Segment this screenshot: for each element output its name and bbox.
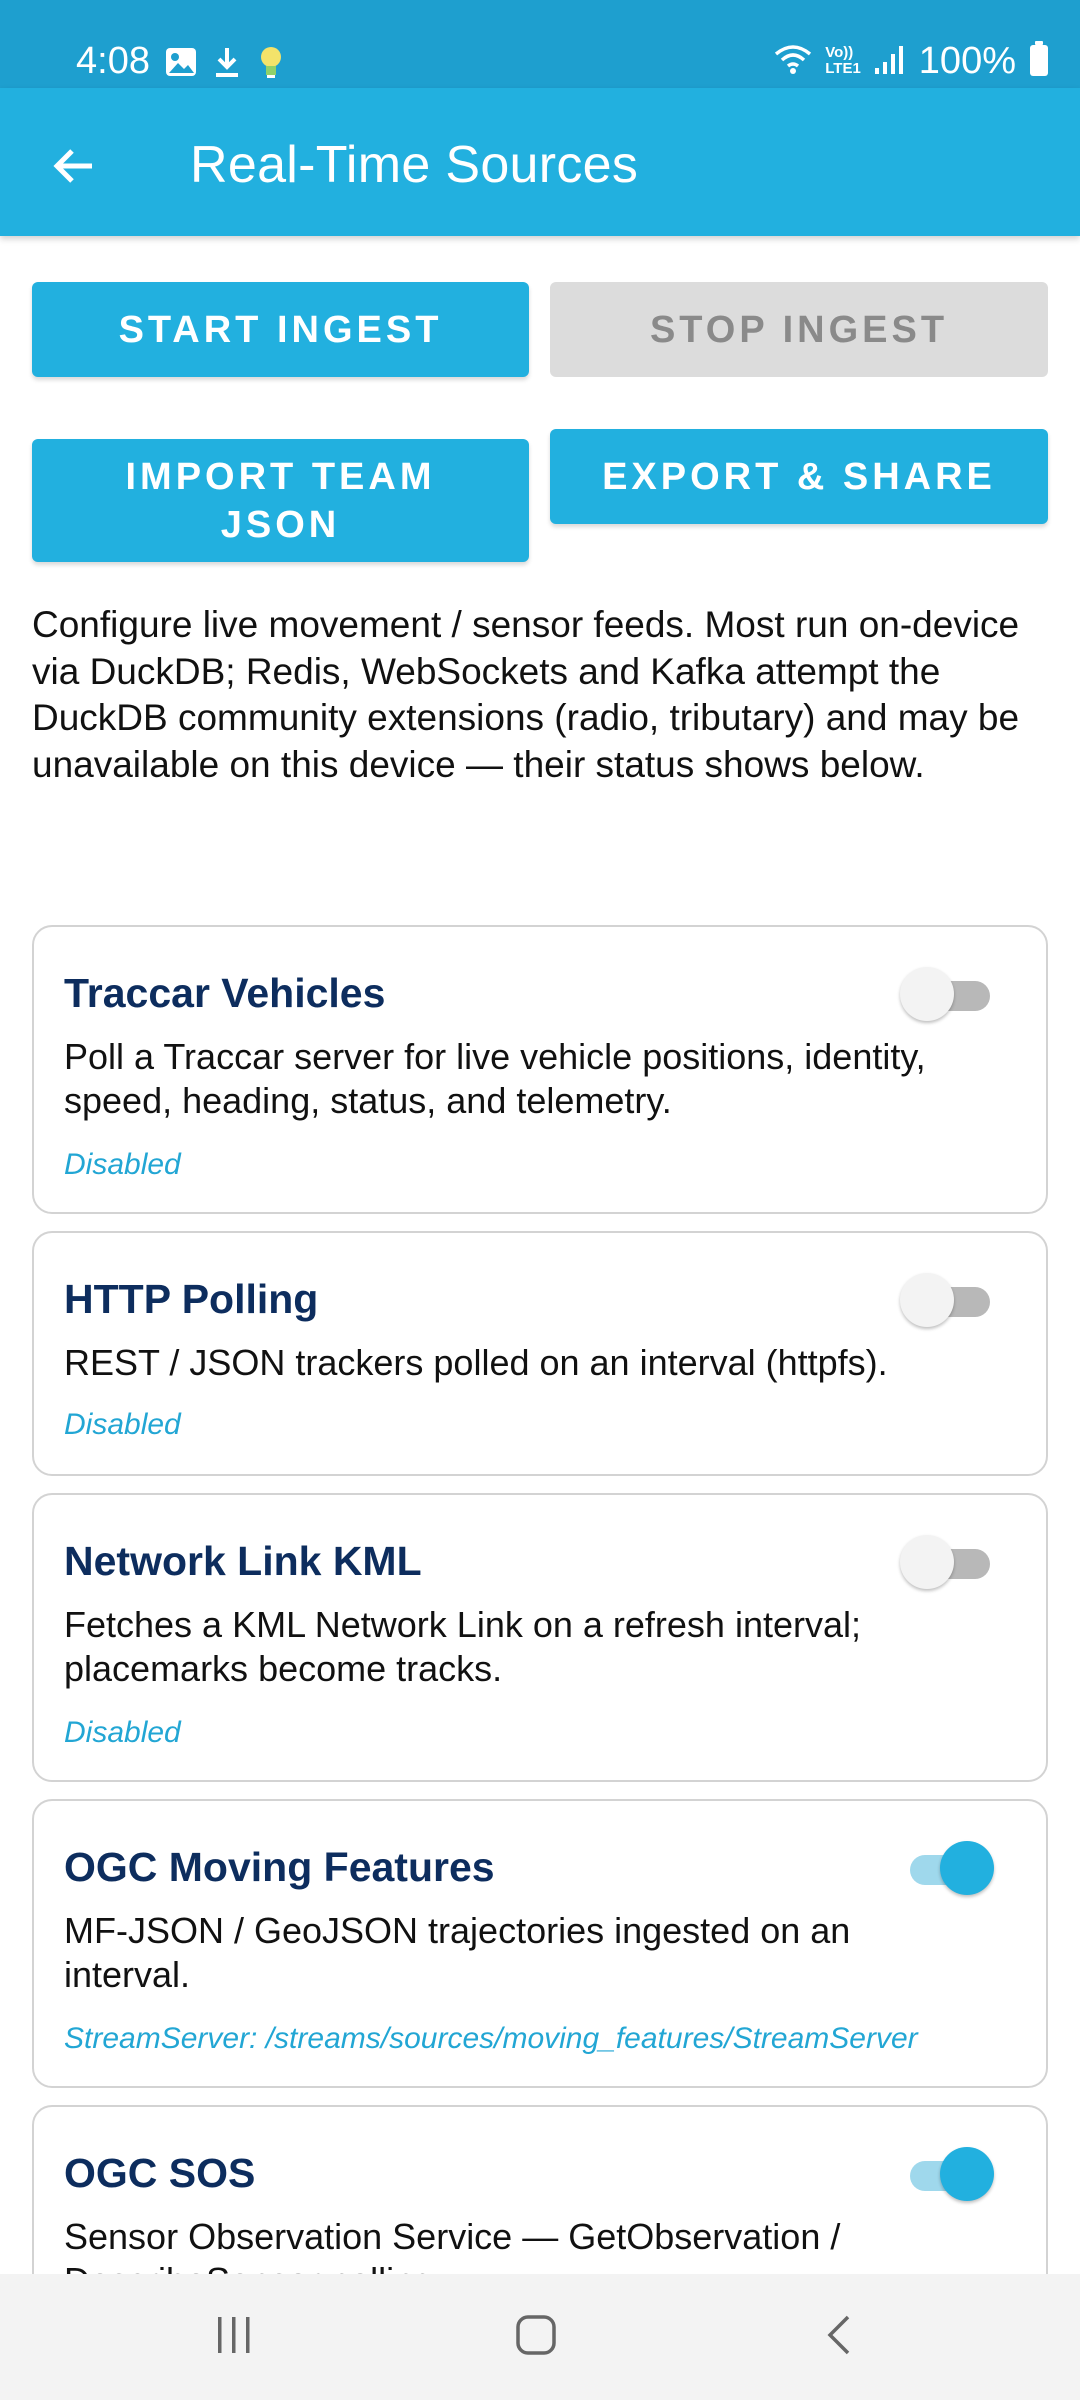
notification-icons [164,44,286,85]
stop-ingest-button[interactable]: STOP INGEST [550,282,1048,377]
source-status: Disabled [64,1148,181,1181]
source-description: REST / JSON trackers polled on an interv… [64,1342,888,1383]
app-bar: Real-Time Sources [0,88,1080,236]
home-button[interactable] [496,2300,576,2370]
home-icon [516,2315,556,2355]
start-ingest-button[interactable]: START INGEST [32,282,529,377]
source-card-traccar[interactable]: Traccar Vehicles Poll a Traccar server f… [32,925,1048,1214]
source-title: Network Link KML [64,1538,422,1584]
source-title: OGC SOS [64,2150,256,2196]
intro-text: Configure live movement / sensor feeds. … [32,604,1020,785]
source-card-http-polling[interactable]: HTTP Polling REST / JSON trackers polled… [32,1231,1048,1476]
battery-icon [1028,40,1050,83]
volte-label: Vo)) [825,44,854,61]
source-toggle[interactable] [904,1841,994,1897]
signal-icon [873,42,907,81]
system-nav-bar [0,2274,1080,2400]
export-share-button[interactable]: EXPORT & SHARE [550,429,1048,524]
source-title: HTTP Polling [64,1276,319,1322]
download-icon [212,45,242,84]
status-time: 4:08 [76,40,150,82]
source-status: StreamServer: /streams/sources/moving_fe… [64,2022,918,2055]
image-icon [164,45,198,84]
wifi-icon [773,42,813,81]
system-icons: Vo)) LTE1 100% [773,38,1050,84]
source-toggle[interactable] [904,2147,994,2203]
status-bar: 4:08 Vo)) LTE1 100% [0,0,1080,88]
source-title: Traccar Vehicles [64,970,386,1016]
toggle-thumb [940,1841,994,1895]
page-title: Real-Time Sources [190,136,639,194]
source-toggle[interactable] [900,1273,990,1329]
toggle-thumb [900,1273,954,1327]
toggle-thumb [900,1535,954,1589]
arrow-left-icon [53,149,92,183]
source-card-ogc-moving-features[interactable]: OGC Moving Features MF-JSON / GeoJSON tr… [32,1799,1048,2088]
nav-back-button[interactable] [800,2300,880,2370]
source-status: Disabled [64,1408,181,1441]
import-team-json-label: IMPORT TEAM JSON [125,455,436,546]
toggle-thumb [940,2147,994,2201]
lte-label: LTE1 [825,60,861,77]
source-status: Disabled [64,1716,181,1749]
source-title: OGC Moving Features [64,1844,495,1890]
source-description: Fetches a KML Network Link on a refresh … [64,1604,862,1689]
volte-icon: Vo)) LTE1 [825,45,861,77]
lightbulb-icon [256,44,286,85]
source-card-network-link-kml[interactable]: Network Link KML Fetches a KML Network L… [32,1493,1048,1782]
source-toggle[interactable] [900,1535,990,1591]
recents-icon [218,2317,250,2353]
source-description: Poll a Traccar server for live vehicle p… [64,1036,926,1121]
source-toggle[interactable] [900,967,990,1023]
recents-button[interactable] [194,2300,274,2370]
toggle-thumb [900,967,954,1021]
source-description: MF-JSON / GeoJSON trajectories ingested … [64,1910,851,1995]
back-button[interactable] [36,128,112,204]
battery-percent: 100% [918,40,1016,82]
back-icon [827,2315,850,2355]
import-team-json-button[interactable]: IMPORT TEAM JSON [32,439,529,562]
